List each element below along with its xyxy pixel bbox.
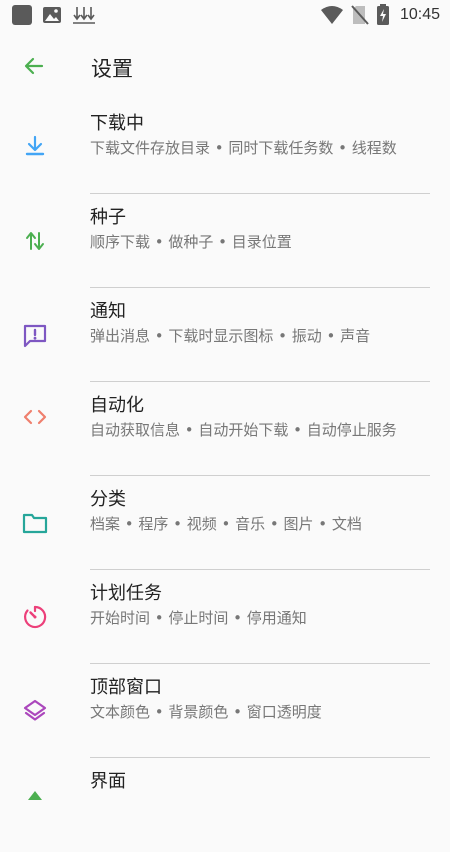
settings-item-texts: 通知 弹出消息 • 下载时显示图标 • 振动 • 声音 (90, 300, 420, 346)
no-sim-icon (351, 5, 369, 25)
battery-charging-icon (376, 4, 389, 25)
settings-list: 下载中 下载文件存放目录 • 同时下载任务数 • 线程数 种子 顺序下载 • 做… (0, 100, 450, 852)
status-bar: 10:45 (0, 0, 450, 32)
settings-item-title: 下载中 (90, 113, 144, 134)
settings-item-title: 通知 (90, 301, 126, 322)
settings-item-subtitle: 开始时间 • 停止时间 • 停用通知 (90, 609, 307, 627)
alert-message-icon (20, 320, 50, 350)
wifi-icon (320, 6, 343, 24)
settings-item-title: 种子 (90, 207, 126, 228)
settings-item-title: 分类 (90, 489, 126, 510)
theme-icon (20, 786, 50, 816)
swap-vertical-icon (20, 226, 50, 256)
settings-item-subtitle: 文本颜色 • 背景颜色 • 窗口透明度 (90, 703, 322, 721)
app-notification-icon (12, 5, 32, 25)
download-progress-icon (73, 7, 95, 24)
toolbar: 设置 (0, 32, 450, 100)
settings-item-subtitle: 自动获取信息 • 自动开始下载 • 自动停止服务 (90, 421, 397, 439)
settings-item-schedule[interactable]: 计划任务 开始时间 • 停止时间 • 停用通知 (0, 570, 450, 664)
settings-item-texts: 下载中 下载文件存放目录 • 同时下载任务数 • 线程数 (90, 112, 420, 158)
settings-item-subtitle: 档案 • 程序 • 视频 • 音乐 • 图片 • 文档 (90, 515, 362, 533)
settings-item-subtitle: 弹出消息 • 下载时显示图标 • 振动 • 声音 (90, 327, 371, 345)
settings-item-title: 界面 (90, 771, 126, 792)
image-icon (43, 7, 61, 23)
settings-item-category[interactable]: 分类 档案 • 程序 • 视频 • 音乐 • 图片 • 文档 (0, 476, 450, 570)
settings-item-title: 顶部窗口 (90, 677, 162, 698)
settings-item-subtitle: 下载文件存放目录 • 同时下载任务数 • 线程数 (90, 139, 397, 157)
code-brackets-icon (20, 402, 50, 432)
settings-item-automation[interactable]: 自动化 自动获取信息 • 自动开始下载 • 自动停止服务 (0, 382, 450, 476)
settings-item-title: 计划任务 (90, 583, 162, 604)
settings-item-texts: 自动化 自动获取信息 • 自动开始下载 • 自动停止服务 (90, 394, 420, 440)
layers-icon (20, 696, 50, 726)
download-icon (20, 131, 50, 161)
clock: 10:45 (399, 6, 440, 23)
status-system: 10:45 (320, 4, 440, 26)
settings-item-top-window[interactable]: 顶部窗口 文本颜色 • 背景颜色 • 窗口透明度 (0, 664, 450, 758)
back-button[interactable] (16, 48, 52, 84)
settings-item-notification[interactable]: 通知 弹出消息 • 下载时显示图标 • 振动 • 声音 (0, 288, 450, 382)
settings-item-texts: 分类 档案 • 程序 • 视频 • 音乐 • 图片 • 文档 (90, 488, 420, 534)
settings-item-downloading[interactable]: 下载中 下载文件存放目录 • 同时下载任务数 • 线程数 (0, 100, 450, 194)
page-title: 设置 (91, 57, 133, 81)
arrow-left-icon (24, 57, 44, 75)
status-notifications (12, 5, 96, 25)
settings-item-torrent[interactable]: 种子 顺序下载 • 做种子 • 目录位置 (0, 194, 450, 288)
settings-item-subtitle: 顺序下载 • 做种子 • 目录位置 (90, 233, 292, 251)
settings-item-texts: 顶部窗口 文本颜色 • 背景颜色 • 窗口透明度 (90, 676, 420, 722)
timer-icon (20, 602, 50, 632)
settings-item-texts: 界面 (90, 770, 420, 796)
settings-item-title: 自动化 (90, 395, 144, 416)
settings-item-texts: 计划任务 开始时间 • 停止时间 • 停用通知 (90, 582, 420, 628)
settings-item-interface[interactable]: 界面 (0, 758, 450, 852)
settings-item-texts: 种子 顺序下载 • 做种子 • 目录位置 (90, 206, 420, 252)
folder-icon (20, 508, 50, 538)
